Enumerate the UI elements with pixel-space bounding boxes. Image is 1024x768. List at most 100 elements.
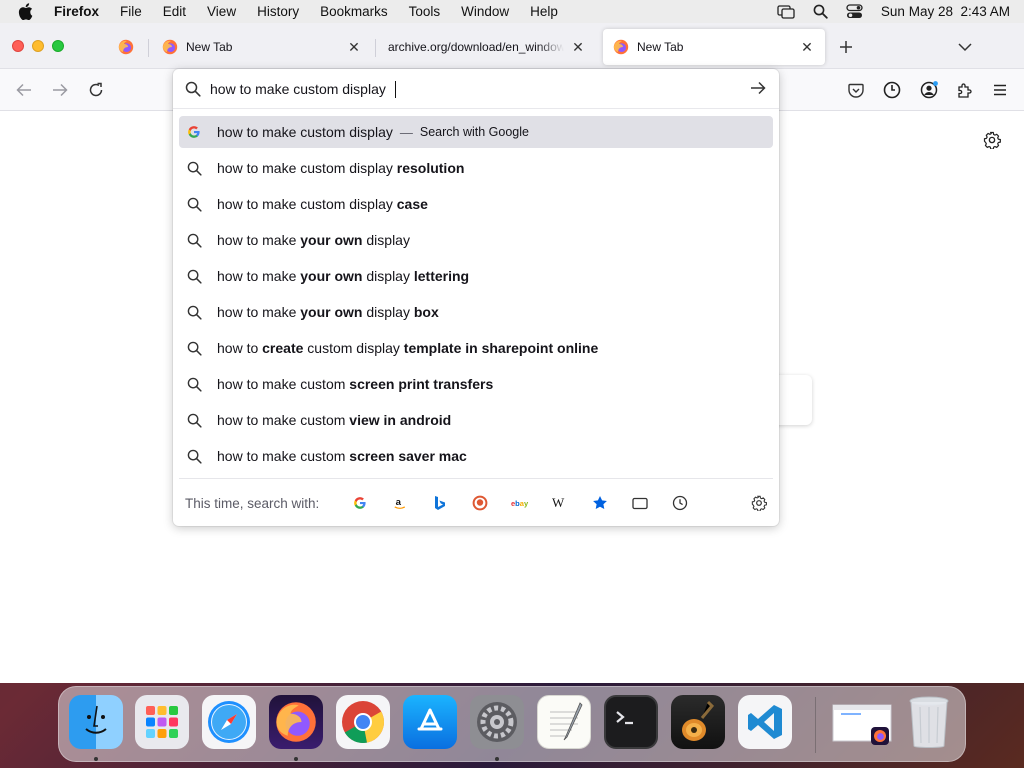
chrome-icon[interactable] [336,695,390,749]
window-preview-icon[interactable] [831,695,893,749]
firefox-icon [118,39,134,55]
search-settings-gear-icon[interactable] [749,493,769,513]
menu-bookmarks[interactable]: Bookmarks [320,4,388,19]
suggestion-text: how to make custom display case [217,196,428,212]
menu-history[interactable]: History [257,4,299,19]
search-suggestion[interactable]: how to create custom display template in… [179,332,773,364]
list-all-tabs-button[interactable] [955,37,975,57]
pocket-button[interactable] [846,80,866,100]
extensions-button[interactable] [955,80,975,100]
suggestion-highlight: resolution [396,160,465,176]
minimize-window-button[interactable] [32,40,44,52]
result-text: how to make custom display [217,124,393,140]
search-icon [186,412,202,428]
search-icon [186,232,202,248]
menu-help[interactable]: Help [530,4,558,19]
apple-icon[interactable] [18,3,36,21]
search-suggestion[interactable]: how to make custom screen print transfer… [179,368,773,400]
screen-mirroring-icon[interactable] [777,4,795,19]
close-tab-icon[interactable]: ✕ [346,39,362,55]
forward-button[interactable] [50,80,70,100]
suggestion-highlight: your own [300,268,363,284]
running-indicator [94,757,98,761]
tab-new-tab-1[interactable]: New Tab ✕ [152,29,372,65]
suggestion-text: how to make custom view in android [217,412,451,428]
extensions-icon [958,83,972,98]
search-suggestion[interactable]: how to make custom display resolution [179,152,773,184]
search-suggestion[interactable]: how to make your own display lettering [179,260,773,292]
system-preferences-icon[interactable] [470,695,524,749]
reload-button[interactable] [86,80,106,100]
running-indicator [294,757,298,761]
garageband-icon[interactable] [671,695,725,749]
zoom-window-button[interactable] [52,40,64,52]
menu-file[interactable]: File [120,4,142,19]
suggestion-text: how to make your own display [217,232,410,248]
google-icon [186,124,202,140]
control-center-icon[interactable] [846,4,863,19]
textedit-icon[interactable] [537,695,591,749]
amazon-icon[interactable]: a [390,493,410,513]
spotlight-search-icon[interactable] [813,4,828,19]
account-button[interactable] [919,80,939,100]
search-suggestion[interactable]: how to make your own display box [179,296,773,328]
finder-icon[interactable] [69,695,123,749]
tabs-icon[interactable] [630,493,650,513]
firefox-view-button[interactable] [882,80,902,100]
search-suggestion[interactable]: how to make custom display case [179,188,773,220]
search-suggestion[interactable]: how to make your own display [179,224,773,256]
suggestion-segment: how to make [217,304,301,320]
search-suggestion[interactable]: how to make custom screen saver mac [179,440,773,472]
menu-tools[interactable]: Tools [409,4,441,19]
tab-archive[interactable]: archive.org/download/en_windows_x ✕ [378,29,596,65]
firefox-icon[interactable] [269,695,323,749]
urlbar [173,69,779,109]
menu-edit[interactable]: Edit [163,4,186,19]
suggestion-highlight: your own [300,232,363,248]
search-suggestion[interactable]: how to make custom view in android [179,404,773,436]
launchpad-icon[interactable] [135,695,189,749]
google-icon[interactable] [350,493,370,513]
app-store-icon[interactable] [403,695,457,749]
close-tab-icon[interactable]: ✕ [799,39,815,55]
history-icon[interactable] [670,493,690,513]
tab-strip: New Tab ✕ archive.org/download/en_window… [0,23,1024,69]
wikipedia-icon[interactable]: W [550,493,570,513]
one-off-search-row: This time, search with: a ebay W [173,487,779,519]
go-arrow-icon[interactable] [750,81,766,100]
pinned-tab[interactable] [110,31,142,63]
search-icon [186,448,202,464]
back-button[interactable] [14,80,34,100]
chevron-down-icon [958,43,972,52]
bookmarks-star-icon[interactable] [590,493,610,513]
app-menu-button[interactable] [990,80,1010,100]
trash-icon[interactable] [902,695,956,749]
vscode-icon[interactable] [738,695,792,749]
menu-window[interactable]: Window [461,4,509,19]
tab-new-tab-active[interactable]: New Tab ✕ [603,29,825,65]
menu-datetime[interactable]: Sun May 28 2:43 AM [881,4,1010,19]
safari-icon[interactable] [202,695,256,749]
suggestion-text: how to make your own display lettering [217,268,469,284]
close-window-button[interactable] [12,40,24,52]
search-icon [186,304,202,320]
menu-app-name[interactable]: Firefox [54,4,99,19]
gear-icon [983,131,1001,150]
ebay-icon[interactable]: ebay [510,493,530,513]
bing-icon[interactable] [430,493,450,513]
new-tab-button[interactable] [836,37,856,57]
duckduckgo-icon[interactable] [470,493,490,513]
result-search-with-google[interactable]: how to make custom display — Search with… [179,116,773,148]
new-tab-settings-button[interactable] [983,131,1003,151]
suggestion-highlight: your own [300,304,363,320]
browser-window: New Tab ✕ archive.org/download/en_window… [0,23,1024,683]
suggestion-text: how to make custom display resolution [217,160,464,176]
close-tab-icon[interactable]: ✕ [570,39,586,55]
menu-view[interactable]: View [207,4,236,19]
suggestion-segment: how to make [217,268,301,284]
tab-title: New Tab [186,40,233,54]
suggestion-highlight: case [396,196,428,212]
reload-icon [89,82,103,97]
urlbar-input[interactable] [210,78,730,100]
terminal-icon[interactable] [604,695,658,749]
